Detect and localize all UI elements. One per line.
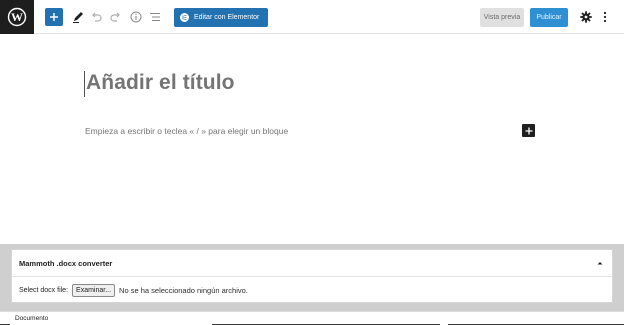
block-appender-placeholder[interactable]: Empieza a escribir o teclea « / » para e… xyxy=(85,126,288,136)
wordpress-logo-icon: W xyxy=(7,7,27,27)
edit-with-elementor-button[interactable]: Editar con Elementor xyxy=(174,8,268,27)
kebab-icon xyxy=(603,11,607,23)
redo-button[interactable] xyxy=(108,9,124,25)
metabox-area: Mammoth .docx converter Select docx file… xyxy=(0,244,624,311)
info-icon xyxy=(130,11,142,23)
post-title-input[interactable]: Añadir el título xyxy=(86,71,235,95)
docx-file-row: Select docx file: Examinar... No se ha s… xyxy=(19,284,248,297)
pencil-icon xyxy=(73,12,83,23)
inline-add-block-button[interactable] xyxy=(522,124,535,137)
metabox-title: Mammoth .docx converter xyxy=(19,259,113,268)
undo-icon xyxy=(92,12,102,22)
block-editor: W Editar con Elementor Vista previa Publ… xyxy=(0,0,624,325)
redo-icon xyxy=(110,12,120,22)
wordpress-logo-button[interactable]: W xyxy=(0,0,34,34)
chevron-up-icon[interactable] xyxy=(596,260,604,266)
title-caret xyxy=(84,71,85,97)
edit-with-elementor-label: Editar con Elementor xyxy=(194,14,260,21)
browse-file-button[interactable]: Examinar... xyxy=(72,284,116,297)
publish-button[interactable]: Publicar xyxy=(530,8,568,27)
undo-button[interactable] xyxy=(88,9,104,25)
settings-button[interactable] xyxy=(579,10,593,24)
footer-bar: Documento xyxy=(0,311,624,325)
plus-icon xyxy=(525,127,532,134)
no-file-selected-text: No se ha seleccionado ningún archivo. xyxy=(119,286,248,295)
details-button[interactable] xyxy=(128,9,144,25)
preview-button[interactable]: Vista previa xyxy=(480,8,524,27)
svg-text:W: W xyxy=(11,10,23,24)
docx-file-label: Select docx file: xyxy=(19,287,69,294)
mammoth-metabox: Mammoth .docx converter Select docx file… xyxy=(11,249,613,303)
options-button[interactable] xyxy=(600,10,610,24)
editor-canvas xyxy=(0,35,624,244)
gear-icon xyxy=(580,11,592,23)
elementor-icon xyxy=(180,13,189,22)
plus-icon xyxy=(50,13,58,21)
metabox-header[interactable]: Mammoth .docx converter xyxy=(12,250,612,277)
list-view-button[interactable] xyxy=(147,9,163,25)
list-view-icon xyxy=(150,13,160,21)
tools-button[interactable] xyxy=(70,9,86,25)
top-toolbar: W Editar con Elementor Vista previa Publ… xyxy=(0,0,624,34)
add-block-button[interactable] xyxy=(45,8,63,26)
breadcrumb-document[interactable]: Documento xyxy=(15,315,48,322)
